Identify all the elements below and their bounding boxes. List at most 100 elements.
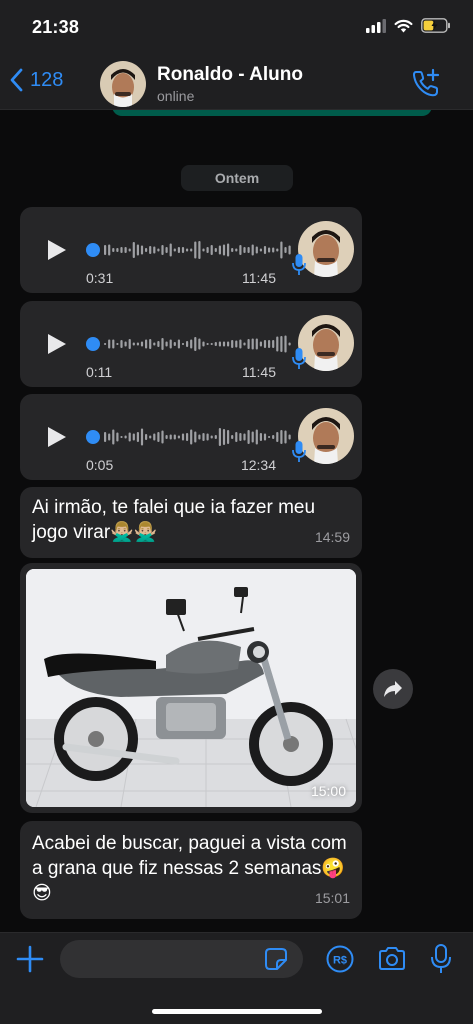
play-icon <box>48 427 66 447</box>
forward-button[interactable] <box>373 669 413 709</box>
sticker-button[interactable] <box>264 947 288 976</box>
waveform-bar <box>136 342 139 346</box>
microphone-icon <box>431 944 451 973</box>
waveform-bar <box>263 433 267 441</box>
message-text: Acabei de buscar, paguei a vista com a g… <box>32 833 347 904</box>
waveform-bar <box>145 434 148 440</box>
play-button[interactable] <box>46 238 68 267</box>
waveform-bar <box>157 341 160 347</box>
waveform-bar <box>243 342 246 346</box>
waveform-bar <box>161 245 164 255</box>
message-time: 11:45 <box>242 270 276 286</box>
status-time: 21:38 <box>32 17 80 37</box>
waveform-bar <box>288 434 291 440</box>
waveform-bar <box>181 247 185 253</box>
waveform-bar <box>186 433 189 441</box>
photo-message[interactable]: 15:00 <box>20 563 362 813</box>
waveform-bar <box>157 248 160 252</box>
waveform-bar <box>276 336 279 352</box>
waveform-bar <box>120 247 123 253</box>
payment-button[interactable]: R$ <box>326 945 354 978</box>
text-message[interactable]: Acabei de buscar, paguei a vista com a g… <box>20 821 362 919</box>
waveform-bar <box>128 432 131 442</box>
waveform-bar <box>181 343 185 345</box>
waveform-bar <box>194 431 197 443</box>
waveform-bar <box>128 248 131 252</box>
play-button[interactable] <box>46 425 68 454</box>
voice-duration: 0:31 <box>86 270 114 286</box>
attach-button[interactable] <box>16 945 44 978</box>
text-message[interactable]: Ai irmão, te falei que ia fazer meu jogo… <box>20 487 362 558</box>
audio-waveform[interactable] <box>86 239 292 261</box>
play-button[interactable] <box>46 332 68 361</box>
waveform-bar <box>284 335 287 353</box>
waveform-bar <box>165 435 168 439</box>
waveform-bar <box>272 247 275 253</box>
waveform-bar <box>173 434 176 440</box>
voice-message[interactable]: 0:11 11:45 <box>20 301 362 387</box>
waveform-bar <box>194 241 197 259</box>
waveform-bar <box>214 435 217 439</box>
waveform-bar <box>186 341 189 347</box>
waveform-bar <box>128 339 131 349</box>
back-button[interactable]: 128 <box>10 68 63 92</box>
waveform-bar <box>190 429 193 445</box>
waveform-bar <box>104 432 107 442</box>
motorcycle-photo[interactable]: 15:00 <box>26 569 356 807</box>
waveform-bar <box>284 430 287 444</box>
waveform-bar <box>108 433 111 441</box>
waveform-bar <box>132 433 135 441</box>
message-text: Ai irmão, te falei que ia fazer meu jogo… <box>32 497 316 543</box>
microphone-badge <box>292 253 306 282</box>
waveform-bar <box>268 436 271 438</box>
waveform-bar <box>169 434 172 440</box>
waveform-bar <box>210 343 213 345</box>
waveform-bar <box>222 429 226 445</box>
audio-waveform[interactable] <box>86 426 292 448</box>
waveform-bar <box>112 248 115 252</box>
waveform-bar <box>235 248 238 252</box>
camera-button[interactable] <box>377 946 407 977</box>
playhead-dot[interactable] <box>86 337 100 351</box>
waveform-bar <box>104 245 107 255</box>
playhead-dot[interactable] <box>86 430 100 444</box>
waveform-bar <box>268 340 271 348</box>
waveform-bar <box>116 343 119 345</box>
waveform-bar <box>186 248 189 252</box>
playhead-dot[interactable] <box>86 243 100 257</box>
waveform-bar <box>239 245 242 255</box>
contact-status: online <box>157 88 195 104</box>
waveform-bar <box>198 434 201 440</box>
chat-area[interactable]: Ontem 0:31 11:45 0:11 11:45 0:05 12:34 A… <box>0 110 473 932</box>
waveform-bar <box>190 248 193 252</box>
waveform-bar <box>124 341 127 347</box>
waveform-bar <box>194 337 197 351</box>
home-indicator <box>152 1009 322 1014</box>
waveform-bar <box>132 242 135 258</box>
waveform-bar <box>120 340 123 348</box>
contact-avatar[interactable] <box>100 61 146 107</box>
waveform-bar <box>218 245 221 255</box>
waveform-bar <box>149 435 152 439</box>
waveform-bar <box>214 342 217 346</box>
voice-record-button[interactable] <box>430 943 452 980</box>
waveform-bar <box>177 247 180 253</box>
message-time: 15:01 <box>314 890 350 906</box>
waveform-bar <box>255 338 258 350</box>
waveform-bar <box>218 428 221 446</box>
microphone-icon <box>292 254 306 275</box>
waveform-bar <box>132 342 135 346</box>
status-bar: 21:38 <box>0 0 473 56</box>
waveform-bar <box>136 244 139 256</box>
waveform-bar <box>116 248 119 252</box>
contact-name[interactable]: Ronaldo - Aluno <box>157 64 303 86</box>
voice-message[interactable]: 0:05 12:34 <box>20 394 362 480</box>
audio-waveform[interactable] <box>86 333 292 355</box>
voice-message[interactable]: 0:31 11:45 <box>20 207 362 293</box>
waveform-bar <box>161 338 164 350</box>
waveform-bar <box>214 248 217 252</box>
microphone-badge <box>292 347 306 376</box>
waveform-bar <box>116 432 119 442</box>
call-add-button[interactable] <box>411 68 441 103</box>
waveform-bar <box>255 246 258 254</box>
